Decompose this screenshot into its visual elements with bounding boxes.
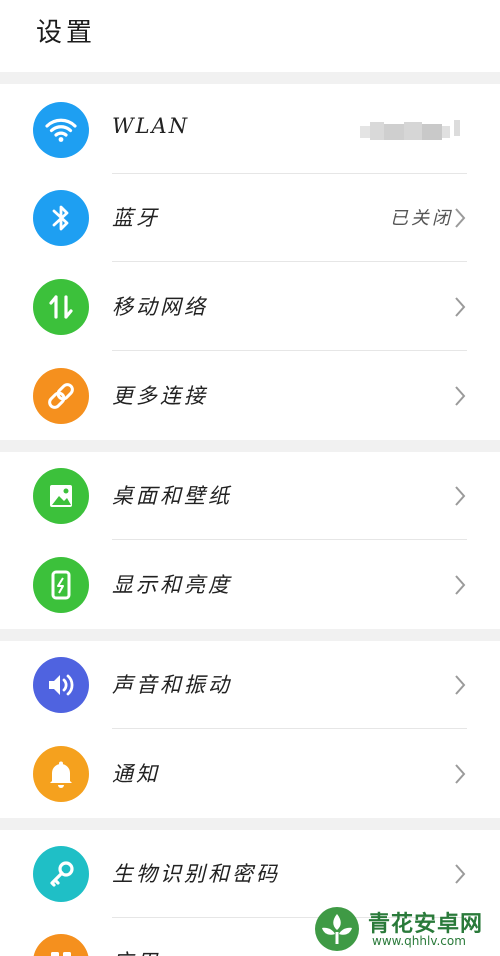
settings-item-label: WLAN (112, 114, 190, 138)
row-separator (112, 728, 467, 729)
chevron-right-icon (455, 208, 466, 228)
chevron-right-icon (455, 864, 466, 884)
key-icon (33, 846, 89, 902)
settings-item-label: 蓝牙 (112, 206, 160, 230)
settings-item-sound-vibration[interactable]: 声音和振动 (0, 641, 500, 729)
chevron-right-icon (455, 486, 466, 506)
wifi-icon (33, 102, 89, 158)
blurred-network-name (360, 120, 460, 140)
header: 设置 (0, 0, 500, 72)
watermark-logo-icon (315, 907, 359, 951)
bell-icon (33, 746, 89, 802)
chevron-right-icon (455, 764, 466, 784)
settings-item-label: 生物识别和密码 (112, 862, 280, 886)
settings-item-home-wallpaper[interactable]: 桌面和壁纸 (0, 452, 500, 540)
settings-item-label: 应用 (112, 946, 160, 956)
apps-icon (33, 934, 89, 956)
group-divider (0, 818, 500, 830)
settings-item-label: 桌面和壁纸 (112, 484, 232, 508)
mobile-data-icon (33, 279, 89, 335)
settings-item-notifications[interactable]: 通知 (0, 730, 500, 818)
settings-item-label: 更多连接 (112, 384, 208, 408)
chevron-right-icon (455, 575, 466, 595)
settings-item-mobile-network[interactable]: 移动网络 (0, 263, 500, 351)
sound-icon (33, 657, 89, 713)
settings-item-label: 显示和亮度 (112, 573, 232, 597)
group-divider (0, 72, 500, 84)
display-brightness-icon (33, 557, 89, 613)
row-separator (112, 539, 467, 540)
chevron-right-icon (455, 675, 466, 695)
wallpaper-icon (33, 468, 89, 524)
page-title: 设置 (36, 18, 97, 48)
watermark: 青花安卓网 www.qhhlv.com (310, 902, 500, 956)
link-icon (33, 368, 89, 424)
chevron-right-icon (455, 386, 466, 406)
chevron-right-icon (455, 297, 466, 317)
settings-item-label: 移动网络 (112, 295, 208, 319)
settings-item-wlan[interactable]: WLAN (0, 86, 500, 174)
watermark-url: www.qhhlv.com (372, 934, 466, 948)
row-separator (112, 350, 467, 351)
status-value: 已关闭 (390, 208, 453, 229)
group-divider (0, 629, 500, 641)
row-separator (112, 261, 467, 262)
settings-item-label: 通知 (112, 762, 160, 786)
settings-item-label: 声音和振动 (112, 673, 232, 697)
bluetooth-icon (33, 190, 89, 246)
settings-item-more-connections[interactable]: 更多连接 (0, 352, 500, 440)
settings-item-display-brightness[interactable]: 显示和亮度 (0, 541, 500, 629)
settings-item-bluetooth[interactable]: 蓝牙 已关闭 (0, 174, 500, 262)
group-divider (0, 440, 500, 452)
